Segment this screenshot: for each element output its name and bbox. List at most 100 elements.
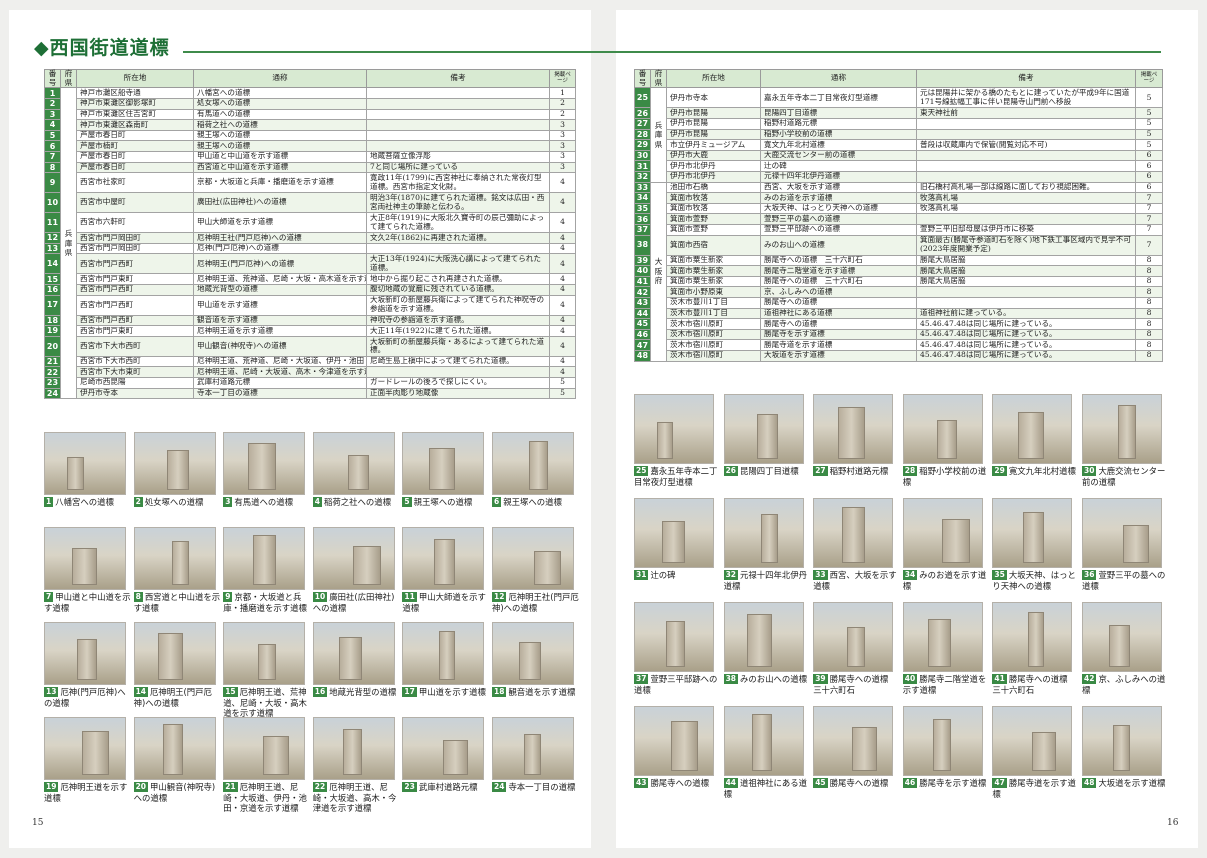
- row-number: 12: [44, 232, 61, 244]
- note-cell: 大正8年(1919)に大阪北久寶寺町の辰己彌助によって建てられた道標。: [366, 212, 550, 234]
- page-cell: 8: [1135, 275, 1163, 288]
- photo-caption: 32 元禄十四年北伊丹道標: [723, 570, 812, 591]
- table-row: 29 市立伊丹ミュージアム 寛文九年北村道標 普段は収蔵庫内で保管(閲覧対応不可) 5: [634, 139, 1163, 151]
- photo: [902, 706, 983, 776]
- caption-text: 勝尾寺への道標: [650, 778, 710, 788]
- location-cell: 茨木市宿川原町: [666, 328, 761, 341]
- page-cell: 5: [1135, 107, 1163, 120]
- note-cell: 元は昆陽井に架かる橋のたもとに建っていたが平成9年に国道171号線拡幅工事に伴い…: [916, 87, 1136, 109]
- caption-text: 勝尾寺を示す道標: [919, 778, 987, 788]
- prefecture-cell: 兵庫県: [650, 87, 667, 183]
- table-row: 32 伊丹市北伊丹 元禄十四年北伊丹道標 6: [634, 171, 1163, 183]
- row-number: 34: [634, 192, 651, 204]
- photo-caption: 23 武庫村道路元標: [402, 782, 490, 793]
- page-cell: 8: [1135, 349, 1163, 362]
- name-cell: 勝尾寺道を示す道標: [760, 339, 917, 351]
- name-cell: 稲荷之社への道標: [193, 119, 367, 131]
- table-row: 46 茨木市宿川原町 勝尾寺を示す道標 45.46.47.48は同じ場所に建っている。…: [634, 328, 1163, 341]
- note-cell: [916, 118, 1136, 130]
- photo-caption: 29 寛文九年北村道標: [992, 466, 1080, 477]
- table-row: 27 伊丹市昆陽 稲野村道路元標 5: [634, 118, 1163, 130]
- caption-text: 八幡宮への道標: [55, 497, 114, 507]
- note-cell: [916, 286, 1136, 298]
- photo: [992, 602, 1073, 672]
- name-cell: 厄神明王社(門戸厄神)への道標: [193, 232, 367, 244]
- photo-caption: 47 勝尾寺道を示す道標: [992, 778, 1080, 799]
- table-row: 6 芦屋市楠町 親王塚への道標 3: [44, 140, 576, 152]
- photo-caption: 1 八幡宮への道標: [44, 497, 132, 508]
- name-cell: 甲山大師道を示す道標: [193, 212, 367, 234]
- row-number: 7: [44, 151, 61, 163]
- table-row: 47 茨木市宿川原町 勝尾寺道を示す道標 45.46.47.48は同じ場所に建っている…: [634, 339, 1163, 351]
- note-cell: 大坂新町の新屋藤兵衛によって建てられた神呪寺の参詣道を示す道標。: [366, 294, 550, 316]
- name-cell: みのお道を示す道標: [760, 192, 917, 204]
- photo-caption: 38 みのお山への道標: [723, 674, 812, 685]
- page-cell: 4: [549, 366, 576, 378]
- table-row: 10 西宮市中屋町 廣田社(広田神社)への道標 明治3年(1870)に建てられた道標。…: [44, 192, 576, 214]
- table-row: 7 芦屋市春日町 甲山道と中山道を示す道標 地蔵菩薩立像浮彫 3: [44, 151, 576, 163]
- page-number-left: 15: [32, 818, 44, 828]
- row-number: 28: [634, 128, 651, 141]
- table-row: 23 尼崎市西昆陽 武庫村道路元標 ガードレールの後ろで探しにくい。 5: [44, 376, 576, 389]
- name-cell: 昆陽四丁目道標: [760, 107, 917, 120]
- table-row: 35 箕面市牧落 大坂天神、はっとり天神への道標 牧落高札場 7: [634, 202, 1163, 215]
- location-cell: 箕面市粟生新家: [666, 265, 761, 277]
- note-cell: 東天神社前: [916, 107, 1136, 120]
- caption-number: 5: [402, 497, 412, 507]
- location-cell: 西宮市門戸東町: [76, 273, 194, 285]
- caption-number: 28: [902, 466, 918, 476]
- caption-text: 武庫村道路元標: [418, 782, 478, 792]
- caption-text: 昆陽四丁目道標: [740, 466, 799, 476]
- caption-text: 親王塚への道標: [413, 497, 473, 507]
- caption-number: 22: [312, 782, 328, 792]
- caption-number: 36: [1082, 570, 1097, 580]
- location-cell: 伊丹市昆陽: [666, 128, 761, 141]
- photo: [312, 622, 395, 685]
- note-cell: 45.46.47.48は同じ場所に建っている。: [916, 318, 1136, 330]
- row-number: 22: [44, 366, 61, 378]
- name-cell: 勝尾寺を示す道標: [760, 328, 917, 341]
- name-cell: 厄神明王道、荒神道、尼崎・大坂・高木道を示す道標: [193, 273, 367, 285]
- name-cell: 勝尾寺への道標: [760, 318, 917, 330]
- row-number: 4: [44, 119, 61, 131]
- note-cell: [916, 171, 1136, 183]
- location-cell: 西宮市門戸東町: [76, 325, 194, 337]
- photo-caption: 6 親王塚への道標: [492, 497, 580, 508]
- name-cell: 有馬道への道標: [193, 108, 367, 121]
- location-cell: 箕面市牧落: [666, 202, 761, 215]
- note-cell: [366, 98, 550, 110]
- location-cell: 箕面市萱野: [666, 213, 761, 225]
- note-cell: 明治3年(1870)に建てられた道標。銘文は広田・西宮両社神主の筆跡と伝わる。: [366, 192, 550, 214]
- row-number: 43: [634, 296, 651, 309]
- photo: [223, 717, 306, 780]
- row-number: 37: [634, 223, 651, 236]
- photo-caption: 2 処女塚への道標: [133, 497, 222, 508]
- note-cell: [366, 108, 550, 121]
- row-number: 26: [634, 107, 651, 120]
- note-cell: [366, 242, 550, 255]
- photo-caption: 24 寺本一丁目の道標: [492, 782, 580, 793]
- location-cell: 箕面市小野原東: [666, 286, 761, 298]
- row-number: 11: [44, 212, 61, 234]
- note-cell: 牧落高札場: [916, 202, 1136, 215]
- name-cell: 厄神(門戸厄神)への道標: [193, 242, 367, 255]
- note-cell: 旧石橋村高札場一部は線路に面しており視認困難。: [916, 181, 1136, 194]
- page-cell: 7: [1135, 192, 1163, 204]
- table-row: 19 西宮市門戸東町 厄神明王道を示す道標 大正11年(1922)に建てられた道標。 4: [44, 325, 576, 337]
- page-cell: 5: [549, 387, 576, 400]
- table-row: 12 西宮市門戸岡田町 厄神明王社(門戸厄神)への道標 文久2年(1862)に再建され…: [44, 232, 576, 244]
- table-row: 8 芦屋市春日町 西宮道と中山道を示す道標 7と同じ場所に建っている 3: [44, 161, 576, 174]
- photo: [1082, 394, 1162, 464]
- page-cell: 7: [1135, 223, 1163, 236]
- row-number: 5: [44, 129, 61, 142]
- photo-caption: 22 厄神明王道、尼崎・大坂道、高木・今津道を示す道標: [312, 782, 401, 814]
- note-cell: [916, 296, 1136, 309]
- table-row: 39 箕面市粟生新家 勝尾寺への道標 三十六町石 勝尾大鳥居脇 8: [634, 254, 1163, 267]
- caption-text: 地蔵光背型の道標: [329, 687, 397, 697]
- name-cell: 稲野村道路元標: [760, 118, 917, 130]
- note-cell: 勝尾大鳥居脇: [916, 254, 1136, 267]
- page-cell: 3: [549, 129, 576, 142]
- caption-text: 有馬道への道標: [234, 497, 294, 507]
- note-cell: 45.46.47.48は同じ場所に建っている。: [916, 349, 1136, 362]
- location-cell: 西宮市門戸西町: [76, 283, 194, 296]
